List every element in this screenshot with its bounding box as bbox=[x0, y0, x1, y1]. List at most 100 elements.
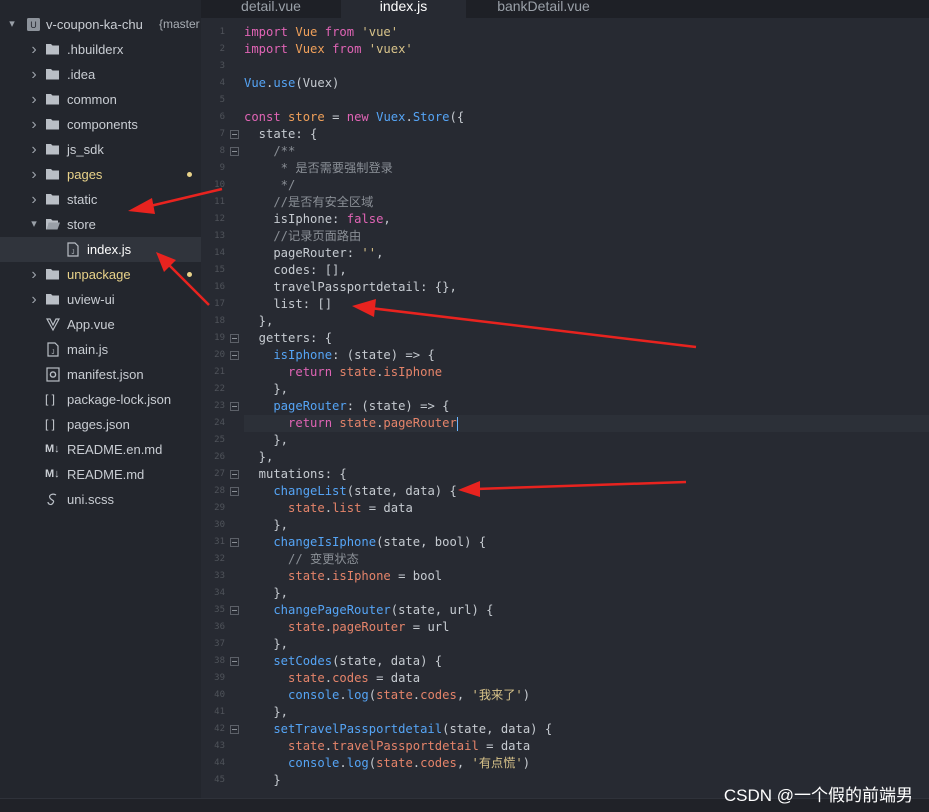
code-line[interactable]: state.travelPassportdetail = data bbox=[244, 738, 530, 755]
code-token: '有点慌' bbox=[471, 756, 523, 770]
chevron-right-icon[interactable]: › bbox=[28, 162, 40, 187]
fold-toggle-icon[interactable] bbox=[230, 130, 239, 139]
code-line[interactable]: list: [] bbox=[244, 296, 332, 313]
code-line[interactable]: } bbox=[244, 772, 280, 789]
sidebar-item-pages[interactable]: › pages bbox=[0, 162, 201, 187]
sidebar-item-uni-scss[interactable]: uni.scss bbox=[0, 487, 201, 512]
code-line[interactable]: changeIsIphone(state, bool) { bbox=[244, 534, 486, 551]
chevron-right-icon[interactable]: › bbox=[28, 37, 40, 62]
code-line[interactable]: }, bbox=[244, 636, 288, 653]
code-line[interactable]: changeList(state, data) { bbox=[244, 483, 456, 500]
code-line[interactable]: isIphone: (state) => { bbox=[244, 347, 434, 364]
sidebar-item-hbuilderx[interactable]: › .hbuilderx bbox=[0, 37, 201, 62]
code-line[interactable]: console.log(state.codes, '有点慌') bbox=[244, 755, 530, 772]
code-line[interactable]: console.log(state.codes, '我来了') bbox=[244, 687, 530, 704]
code-line[interactable]: isIphone: false, bbox=[244, 211, 390, 228]
code-line[interactable]: mutations: { bbox=[244, 466, 347, 483]
code-line[interactable]: /** bbox=[244, 143, 295, 160]
sidebar-item-uview-ui[interactable]: › uview-ui bbox=[0, 287, 201, 312]
code-line[interactable]: //是否有安全区域 bbox=[244, 194, 373, 211]
code-line[interactable]: import Vue from 'vue' bbox=[244, 24, 398, 41]
sidebar-item-common[interactable]: › common bbox=[0, 87, 201, 112]
sidebar-item-static[interactable]: › static bbox=[0, 187, 201, 212]
code-line[interactable]: * 是否需要强制登录 bbox=[244, 160, 393, 177]
code-line[interactable]: pageRouter: '', bbox=[244, 245, 383, 262]
fold-toggle-icon[interactable] bbox=[230, 351, 239, 360]
code-line[interactable]: travelPassportdetail: {}, bbox=[244, 279, 456, 296]
code-token: = bbox=[332, 110, 347, 124]
sidebar-item-readme-en-md[interactable]: M↓ README.en.md bbox=[0, 437, 201, 462]
fold-toggle-icon[interactable] bbox=[230, 657, 239, 666]
sidebar-item-app-vue[interactable]: App.vue bbox=[0, 312, 201, 337]
tab-index-js[interactable]: index.js bbox=[341, 0, 466, 18]
code-token: state bbox=[244, 501, 325, 515]
code-line[interactable]: pageRouter: (state) => { bbox=[244, 398, 449, 415]
code-line[interactable]: state.list = data bbox=[244, 500, 413, 517]
code-line[interactable]: state: { bbox=[244, 126, 318, 143]
code-line[interactable]: setCodes(state, data) { bbox=[244, 653, 442, 670]
code-line[interactable]: import Vuex from 'vuex' bbox=[244, 41, 413, 58]
chevron-right-icon[interactable]: › bbox=[28, 112, 40, 137]
chevron-down-icon[interactable]: ▾ bbox=[28, 212, 40, 237]
code-line[interactable]: getters: { bbox=[244, 330, 332, 347]
sidebar-item-index-js[interactable]: Jindex.js bbox=[0, 237, 201, 262]
code-line[interactable]: */ bbox=[244, 177, 296, 194]
chevron-right-icon[interactable]: › bbox=[28, 62, 40, 87]
fold-toggle-icon[interactable] bbox=[230, 470, 239, 479]
sidebar-item-components[interactable]: › components bbox=[0, 112, 201, 137]
sidebar-item-unpackage[interactable]: › unpackage bbox=[0, 262, 201, 287]
sidebar-item-label: uview-ui bbox=[67, 292, 115, 307]
sidebar-item-idea[interactable]: › .idea bbox=[0, 62, 201, 87]
sidebar-item-store[interactable]: ▾ store bbox=[0, 212, 201, 237]
tab-detail-vue[interactable]: detail.vue bbox=[201, 0, 341, 18]
code-line[interactable]: codes: [], bbox=[244, 262, 346, 279]
code-line[interactable]: state.pageRouter = url bbox=[244, 619, 449, 636]
code-line[interactable]: }, bbox=[244, 432, 288, 449]
fold-toggle-icon[interactable] bbox=[230, 606, 239, 615]
code-line[interactable]: state.isIphone = bool bbox=[244, 568, 442, 585]
fold-toggle-icon[interactable] bbox=[230, 334, 239, 343]
chevron-right-icon[interactable]: › bbox=[28, 87, 40, 112]
fold-toggle-icon[interactable] bbox=[230, 538, 239, 547]
folder-icon bbox=[45, 37, 61, 62]
code-line[interactable]: }, bbox=[244, 517, 288, 534]
sidebar-item-package-lock-json[interactable]: [ ] package-lock.json bbox=[0, 387, 201, 412]
json-file-icon: [ ] bbox=[45, 417, 56, 431]
code-line[interactable]: }, bbox=[244, 381, 288, 398]
code-editor[interactable]: 1 import Vue from 'vue' 2 import Vuex from … bbox=[201, 18, 929, 798]
code-line[interactable]: state.codes = data bbox=[244, 670, 420, 687]
code-line[interactable]: // 变更状态 bbox=[244, 551, 359, 568]
code-line[interactable]: Vue.use(Vuex) bbox=[244, 75, 339, 92]
chevron-right-icon[interactable]: › bbox=[28, 137, 40, 162]
fold-toggle-icon[interactable] bbox=[230, 487, 239, 496]
fold-toggle-icon[interactable] bbox=[230, 725, 239, 734]
fold-toggle-icon[interactable] bbox=[230, 147, 239, 156]
code-line[interactable]: changePageRouter(state, url) { bbox=[244, 602, 493, 619]
code-token: isIphone bbox=[383, 365, 443, 379]
tab-bankdetail-vue[interactable]: bankDetail.vue bbox=[466, 0, 621, 18]
sidebar-item-manifest-json[interactable]: manifest.json bbox=[0, 362, 201, 387]
chevron-right-icon[interactable]: › bbox=[28, 187, 40, 212]
code-line[interactable]: }, bbox=[244, 704, 288, 721]
folder-icon bbox=[45, 162, 61, 187]
code-line[interactable]: }, bbox=[244, 313, 274, 330]
project-root[interactable]: ▾ U v-coupon-ka-chu {master bbox=[0, 12, 201, 37]
fold-toggle-icon[interactable] bbox=[230, 402, 239, 411]
sidebar-item-js-sdk[interactable]: › js_sdk bbox=[0, 137, 201, 162]
sidebar-item-main-js[interactable]: Jmain.js bbox=[0, 337, 201, 362]
code-line[interactable]: }, bbox=[244, 449, 274, 466]
code-token: pageRouter bbox=[244, 399, 347, 413]
code-line[interactable]: return state.isIphone bbox=[244, 364, 442, 381]
chevron-right-icon[interactable]: › bbox=[28, 287, 40, 312]
sidebar-item-readme-md[interactable]: M↓ README.md bbox=[0, 462, 201, 487]
tab-label: bankDetail.vue bbox=[497, 0, 590, 14]
code-line[interactable]: const store = new Vuex.Store({ bbox=[244, 109, 464, 126]
code-token: }, bbox=[244, 314, 274, 328]
code-line[interactable]: setTravelPassportdetail(state, data) { bbox=[244, 721, 552, 738]
code-line[interactable]: }, bbox=[244, 585, 288, 602]
code-token: = data bbox=[368, 671, 421, 685]
code-line[interactable]: return state.pageRouter bbox=[244, 415, 458, 432]
sidebar-item-pages-json[interactable]: [ ] pages.json bbox=[0, 412, 201, 437]
chevron-right-icon[interactable]: › bbox=[28, 262, 40, 287]
code-line[interactable]: //记录页面路由 bbox=[244, 228, 361, 245]
